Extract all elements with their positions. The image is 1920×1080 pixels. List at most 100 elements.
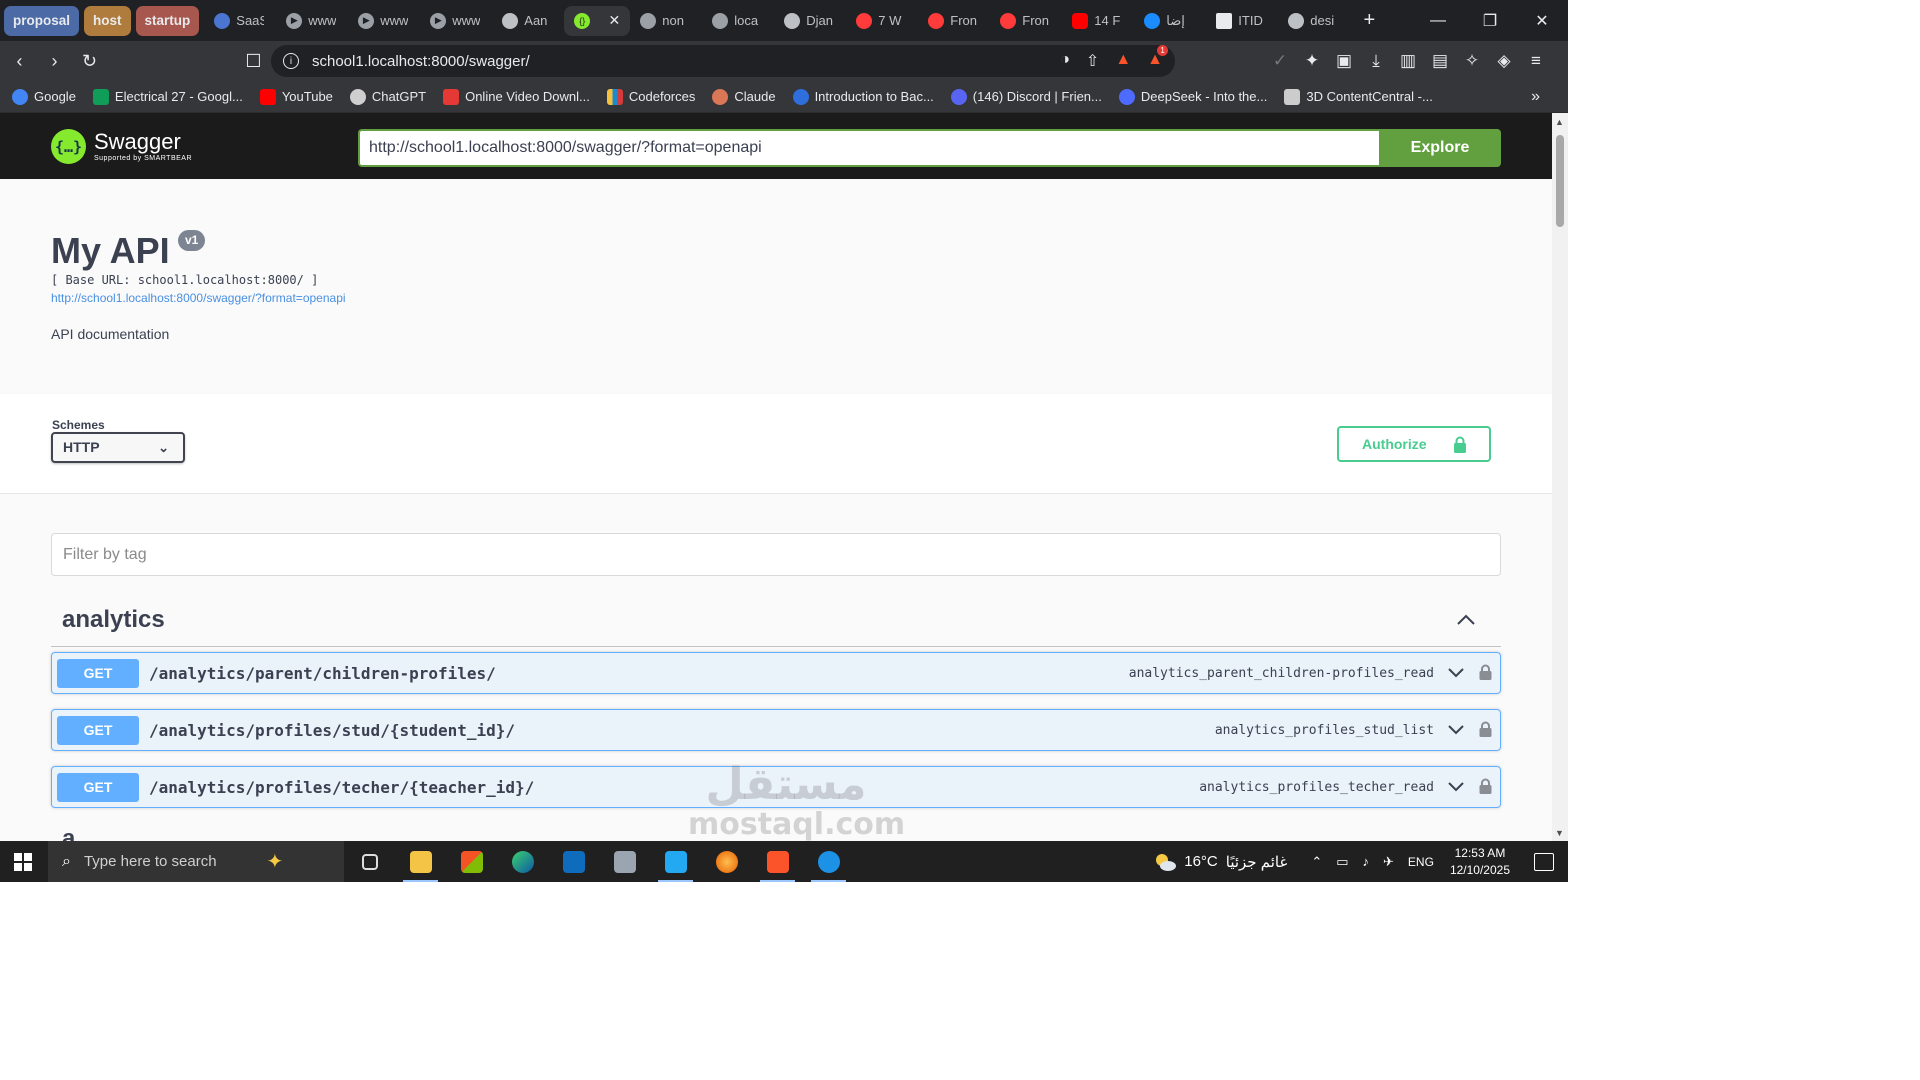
back-icon[interactable]: ‹ bbox=[4, 45, 35, 77]
operation-block[interactable]: GET /analytics/parent/children-profiles/… bbox=[51, 652, 1501, 694]
scroll-down-icon[interactable]: ▼ bbox=[1555, 828, 1564, 838]
tag-section-header[interactable]: analytics bbox=[51, 600, 1501, 647]
outlook-icon[interactable] bbox=[548, 841, 599, 882]
browser-tab[interactable]: SaaS bbox=[204, 6, 276, 36]
brave-icon[interactable] bbox=[752, 841, 803, 882]
check-icon[interactable]: ✓ bbox=[1270, 51, 1290, 71]
docker-icon[interactable] bbox=[803, 841, 854, 882]
performance-icon[interactable]: ◑ bbox=[1060, 51, 1070, 71]
firefox-icon[interactable] bbox=[701, 841, 752, 882]
lock-icon[interactable] bbox=[1479, 778, 1492, 794]
windows-start-icon[interactable] bbox=[14, 853, 32, 871]
weather-widget[interactable]: 16°C غائم جزئيًا bbox=[1154, 853, 1287, 871]
screen-capture-icon[interactable] bbox=[599, 841, 650, 882]
filter-by-tag-input[interactable]: Filter by tag bbox=[51, 533, 1501, 576]
bookmark-electrical[interactable]: Electrical 27 - Googl... bbox=[92, 88, 243, 105]
vpn-icon[interactable]: ◈ bbox=[1494, 51, 1514, 71]
bookmark-google[interactable]: Google bbox=[12, 88, 76, 105]
restore-icon[interactable]: ❐ bbox=[1464, 0, 1516, 41]
site-info-icon[interactable]: i bbox=[283, 53, 299, 69]
partly-cloudy-icon bbox=[1156, 853, 1177, 871]
browser-tab[interactable]: إضا bbox=[1134, 6, 1206, 36]
brave-rewards-icon[interactable]: ▲ 1 bbox=[1147, 45, 1169, 71]
brave-shield-icon[interactable]: ▲ bbox=[1115, 51, 1131, 71]
browser-tab[interactable]: loca bbox=[702, 6, 774, 36]
tab-group-proposal[interactable]: proposal bbox=[4, 5, 80, 36]
reload-icon[interactable]: ↻ bbox=[74, 45, 105, 77]
store-icon[interactable] bbox=[446, 841, 497, 882]
task-view-icon[interactable] bbox=[344, 841, 395, 882]
vscode-icon[interactable] bbox=[650, 841, 701, 882]
extensions-icon[interactable]: ✦ bbox=[1302, 51, 1322, 71]
swagger-logo[interactable]: {…} Swagger Supported by SMARTBEAR bbox=[51, 129, 192, 164]
window-controls: — ❐ ✕ bbox=[1412, 0, 1568, 41]
browser-tab[interactable]: Fron bbox=[918, 6, 990, 36]
bookmark-chatgpt[interactable]: ChatGPT bbox=[349, 88, 426, 105]
browser-tab-active[interactable]: {} ✕ bbox=[564, 5, 631, 36]
show-hidden-icons-icon[interactable]: ⌃ bbox=[1311, 854, 1322, 870]
bookmark-deepseek[interactable]: DeepSeek - Into the... bbox=[1118, 88, 1267, 105]
browser-tab[interactable]: ▶ www bbox=[276, 6, 348, 36]
browser-tab[interactable]: Fron bbox=[990, 6, 1062, 36]
base-url: [ Base URL: school1.localhost:8000/ ] bbox=[51, 273, 319, 287]
address-bar[interactable]: i school1.localhost:8000/swagger/ ◑ ⇧ ▲ … bbox=[271, 45, 1175, 77]
browser-tab[interactable]: non bbox=[630, 6, 702, 36]
reader-mode-icon[interactable]: ▣ bbox=[1334, 51, 1354, 71]
share-icon[interactable]: ⇧ bbox=[1086, 51, 1099, 71]
browser-tab[interactable]: ▶ www bbox=[420, 6, 492, 36]
operation-block[interactable]: GET /analytics/profiles/stud/{student_id… bbox=[51, 709, 1501, 751]
bookmark-youtube[interactable]: YouTube bbox=[259, 88, 333, 105]
notifications-icon[interactable] bbox=[1534, 852, 1554, 871]
lock-icon[interactable] bbox=[1479, 721, 1492, 737]
browser-tab[interactable]: ITID bbox=[1206, 6, 1278, 36]
tab-group-host[interactable]: host bbox=[84, 5, 131, 36]
chevron-up-icon[interactable] bbox=[1457, 614, 1475, 626]
airplane-mode-icon[interactable]: ✈ bbox=[1383, 854, 1394, 870]
forward-icon[interactable]: › bbox=[39, 45, 70, 77]
spec-link[interactable]: http://school1.localhost:8000/swagger/?f… bbox=[51, 291, 346, 305]
chevron-down-icon[interactable] bbox=[1448, 782, 1464, 792]
close-tab-icon[interactable]: ✕ bbox=[609, 12, 621, 29]
browser-tab[interactable]: ▶ www bbox=[348, 6, 420, 36]
leo-ai-icon[interactable]: ✧ bbox=[1462, 51, 1482, 71]
bookmark-3dcontentcentral[interactable]: 3D ContentCentral -... bbox=[1284, 88, 1433, 105]
schemes-select[interactable]: HTTP ⌄ bbox=[51, 432, 185, 463]
browser-tab[interactable]: Aan bbox=[492, 6, 564, 36]
chevron-down-icon[interactable] bbox=[1448, 725, 1464, 735]
page-scrollbar[interactable]: ▲ ▼ bbox=[1552, 113, 1568, 841]
menu-icon[interactable]: ≡ bbox=[1526, 51, 1546, 71]
explore-button[interactable]: Explore bbox=[1379, 129, 1501, 167]
bookmark-discord[interactable]: (146) Discord | Frien... bbox=[950, 88, 1102, 105]
file-explorer-icon[interactable] bbox=[395, 841, 446, 882]
bookmark-introduction[interactable]: Introduction to Bac... bbox=[792, 88, 934, 105]
taskbar-search-box[interactable]: ⌕ Type here to search ✦ bbox=[48, 841, 344, 882]
chevron-down-icon[interactable] bbox=[1448, 668, 1464, 678]
scroll-up-icon[interactable]: ▲ bbox=[1555, 117, 1564, 127]
browser-tab[interactable]: desi bbox=[1278, 6, 1350, 36]
bookmark-video-downloader[interactable]: Online Video Downl... bbox=[443, 88, 590, 105]
browser-tab[interactable]: 7 W bbox=[846, 6, 918, 36]
volume-icon[interactable]: ♪ bbox=[1363, 854, 1370, 869]
spec-url-input[interactable]: http://school1.localhost:8000/swagger/?f… bbox=[358, 129, 1380, 167]
sidebar-icon[interactable]: ▥ bbox=[1398, 51, 1418, 71]
bookmark-claude[interactable]: Claude bbox=[712, 88, 776, 105]
more-bookmarks-icon[interactable]: » bbox=[1531, 88, 1540, 106]
wallet-icon[interactable]: ▤ bbox=[1430, 51, 1450, 71]
new-tab-icon[interactable]: + bbox=[1354, 9, 1384, 32]
bookmark-icon[interactable]: ☐ bbox=[238, 45, 269, 77]
battery-icon[interactable]: ▭ bbox=[1336, 854, 1348, 870]
schemes-section: Schemes HTTP ⌄ Authorize bbox=[0, 394, 1552, 494]
close-window-icon[interactable]: ✕ bbox=[1516, 0, 1568, 41]
clock[interactable]: 12:53 AM 12/10/2025 bbox=[1450, 845, 1510, 879]
browser-tab[interactable]: 14 F bbox=[1062, 6, 1134, 36]
bookmark-codeforces[interactable]: Codeforces bbox=[606, 88, 695, 105]
download-icon[interactable]: ⤓ bbox=[1366, 51, 1386, 71]
scrollbar-thumb[interactable] bbox=[1556, 135, 1564, 227]
tab-group-startup[interactable]: startup bbox=[135, 5, 200, 36]
lock-icon[interactable] bbox=[1479, 664, 1492, 680]
minimize-icon[interactable]: — bbox=[1412, 0, 1464, 41]
authorize-button[interactable]: Authorize bbox=[1337, 426, 1491, 462]
input-language[interactable]: ENG bbox=[1408, 855, 1434, 869]
browser-tab[interactable]: Djan bbox=[774, 6, 846, 36]
edge-icon[interactable] bbox=[497, 841, 548, 882]
